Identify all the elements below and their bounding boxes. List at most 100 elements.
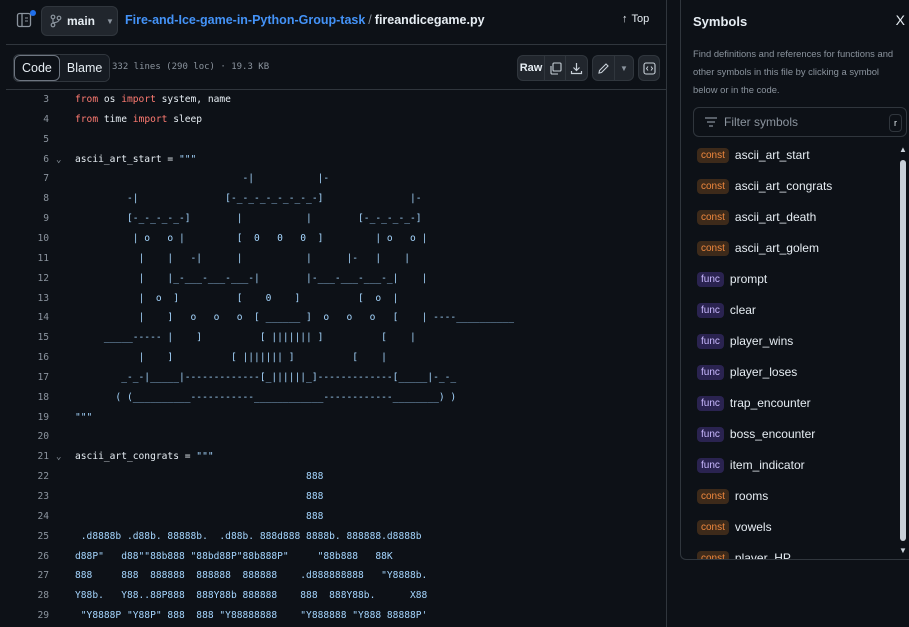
edit-options-caret[interactable]: ▼	[615, 56, 633, 80]
symbol-name: rooms	[734, 489, 769, 503]
raw-actions-group: Raw	[517, 55, 588, 81]
fold-chevron-icon[interactable]: ⌄	[56, 447, 61, 467]
filter-icon	[705, 117, 717, 127]
code-line: 15 _____----- | ] [ ||||||| ] [ |	[6, 328, 667, 348]
line-number[interactable]: 16	[6, 348, 49, 368]
line-number[interactable]: 13	[6, 289, 49, 309]
line-number[interactable]: 26	[6, 547, 49, 567]
line-number[interactable]: 11	[6, 249, 49, 269]
tab-blame[interactable]: Blame	[59, 55, 110, 81]
symbol-item[interactable]: const ascii_art_start	[693, 143, 893, 167]
line-number[interactable]: 8	[6, 189, 49, 209]
symbol-kind-badge: func	[697, 364, 724, 380]
notification-dot	[30, 10, 36, 16]
line-number[interactable]: 14	[6, 308, 49, 328]
code-line: 5	[6, 130, 667, 150]
line-number[interactable]: 18	[6, 388, 49, 408]
edit-file-button[interactable]	[593, 56, 615, 80]
branch-selector-button[interactable]: main ▼	[41, 6, 118, 36]
line-number[interactable]: 7	[6, 169, 49, 189]
line-number[interactable]: 19	[6, 408, 49, 428]
symbol-item[interactable]: const ascii_art_congrats	[693, 174, 893, 198]
line-number[interactable]: 12	[6, 269, 49, 289]
line-number[interactable]: 21	[6, 447, 49, 467]
symbol-item[interactable]: func player_loses	[693, 360, 893, 384]
fold-chevron-icon[interactable]: ⌄	[56, 150, 61, 170]
top-button[interactable]: ↑ Top	[622, 13, 649, 25]
file-name: fireandicegame.py	[374, 13, 485, 27]
line-number[interactable]: 5	[6, 130, 49, 150]
line-number[interactable]: 23	[6, 487, 49, 507]
code-text: | | -| | | |- | |	[75, 252, 411, 264]
code-text: ascii_art_congrats = """	[75, 451, 214, 463]
code-text: 888	[75, 491, 324, 502]
copy-raw-button[interactable]	[545, 56, 566, 80]
line-number[interactable]: 10	[6, 229, 49, 249]
line-number[interactable]: 17	[6, 368, 49, 388]
line-number[interactable]: 22	[6, 467, 49, 487]
symbol-item[interactable]: const rooms	[693, 484, 893, 508]
line-number[interactable]: 9	[6, 209, 49, 229]
filter-symbols-input[interactable]	[724, 115, 884, 129]
line-number[interactable]: 24	[6, 507, 49, 527]
edit-actions-group: ▼	[592, 55, 634, 81]
code-line: 25 .d8888b .d88b. 88888b. .d88b. 888d888…	[6, 527, 667, 547]
symbol-item[interactable]: const ascii_art_death	[693, 205, 893, 229]
code-line: 19 """	[6, 408, 667, 428]
scroll-down-icon[interactable]: ▼	[899, 546, 907, 555]
line-number[interactable]: 3	[6, 90, 49, 110]
download-raw-button[interactable]	[566, 56, 587, 80]
sidebar-toggle-button[interactable]	[12, 8, 36, 32]
code-text: from os import system, name	[75, 94, 231, 105]
line-number[interactable]: 6	[6, 150, 49, 170]
close-icon[interactable]: X	[896, 12, 905, 28]
repo-link[interactable]: Fire-and-Ice-game-in-Python-Group-task	[125, 13, 365, 27]
symbols-panel-toggle[interactable]	[638, 55, 660, 81]
git-branch-icon	[50, 14, 62, 28]
breadcrumb-separator: /	[368, 13, 372, 27]
symbol-item[interactable]: const vowels	[693, 515, 893, 539]
line-number[interactable]: 28	[6, 586, 49, 606]
symbol-item[interactable]: func trap_encounter	[693, 391, 893, 415]
code-line: 21 ⌄ ascii_art_congrats = """	[6, 447, 667, 467]
raw-button[interactable]: Raw	[518, 56, 545, 80]
code-line: 14 | ] o o o [ ______ ] o o o [ | ----__…	[6, 308, 667, 328]
code-line: 23 888	[6, 487, 667, 507]
line-number[interactable]: 15	[6, 328, 49, 348]
code-line: 16 | ] [ ||||||| ] [ |	[6, 348, 667, 368]
code-text: [-_-_-_-_-] | | [-_-_-_-_-]	[75, 213, 422, 225]
symbol-kind-badge: func	[697, 302, 724, 318]
code-text: from time import sleep	[75, 113, 203, 125]
symbol-item[interactable]: const player_HP	[693, 546, 893, 559]
code-viewer[interactable]: 3 from os import system, name 4 from time i…	[6, 90, 667, 627]
code-text: ( (__________-----------____________----…	[75, 391, 457, 403]
code-line: 7 -| |-	[6, 169, 667, 189]
symbol-item[interactable]: func boss_encounter	[693, 422, 893, 446]
symbol-item[interactable]: func clear	[693, 298, 893, 322]
symbols-scrollbar[interactable]: ▲ ▼	[898, 145, 908, 555]
line-number[interactable]: 25	[6, 527, 49, 547]
download-icon	[570, 62, 583, 74]
tab-code[interactable]: Code	[14, 55, 60, 81]
code-text: 888	[75, 471, 324, 483]
scroll-up-icon[interactable]: ▲	[899, 145, 907, 154]
code-line: 3 from os import system, name	[6, 90, 667, 110]
line-number[interactable]: 27	[6, 566, 49, 586]
code-text: _____----- | ] [ ||||||| ] [ |	[75, 332, 416, 344]
code-line: 10 | o o | [ 0 0 0 ] | o o |	[6, 229, 667, 249]
code-line: 18 ( (__________-----------____________-…	[6, 388, 667, 408]
symbol-item[interactable]: func player_wins	[693, 329, 893, 353]
line-number[interactable]: 4	[6, 110, 49, 130]
symbol-kind-badge: func	[697, 333, 724, 349]
chevron-down-icon: ▼	[620, 63, 628, 73]
code-text: .d8888b .d88b. 88888b. .d88b. 888d888 88…	[75, 530, 422, 542]
symbol-item[interactable]: func prompt	[693, 267, 893, 291]
line-number[interactable]: 20	[6, 427, 49, 447]
code-text: 888 888 888888 888888 888888 .d888888888…	[75, 570, 428, 582]
symbol-item[interactable]: const ascii_art_golem	[693, 236, 893, 260]
code-text: """	[75, 411, 93, 423]
line-number[interactable]: 29	[6, 606, 49, 626]
scrollbar-thumb[interactable]	[900, 160, 906, 541]
symbol-item[interactable]: func item_indicator	[693, 453, 893, 477]
symbol-kind-badge: const	[697, 550, 729, 559]
